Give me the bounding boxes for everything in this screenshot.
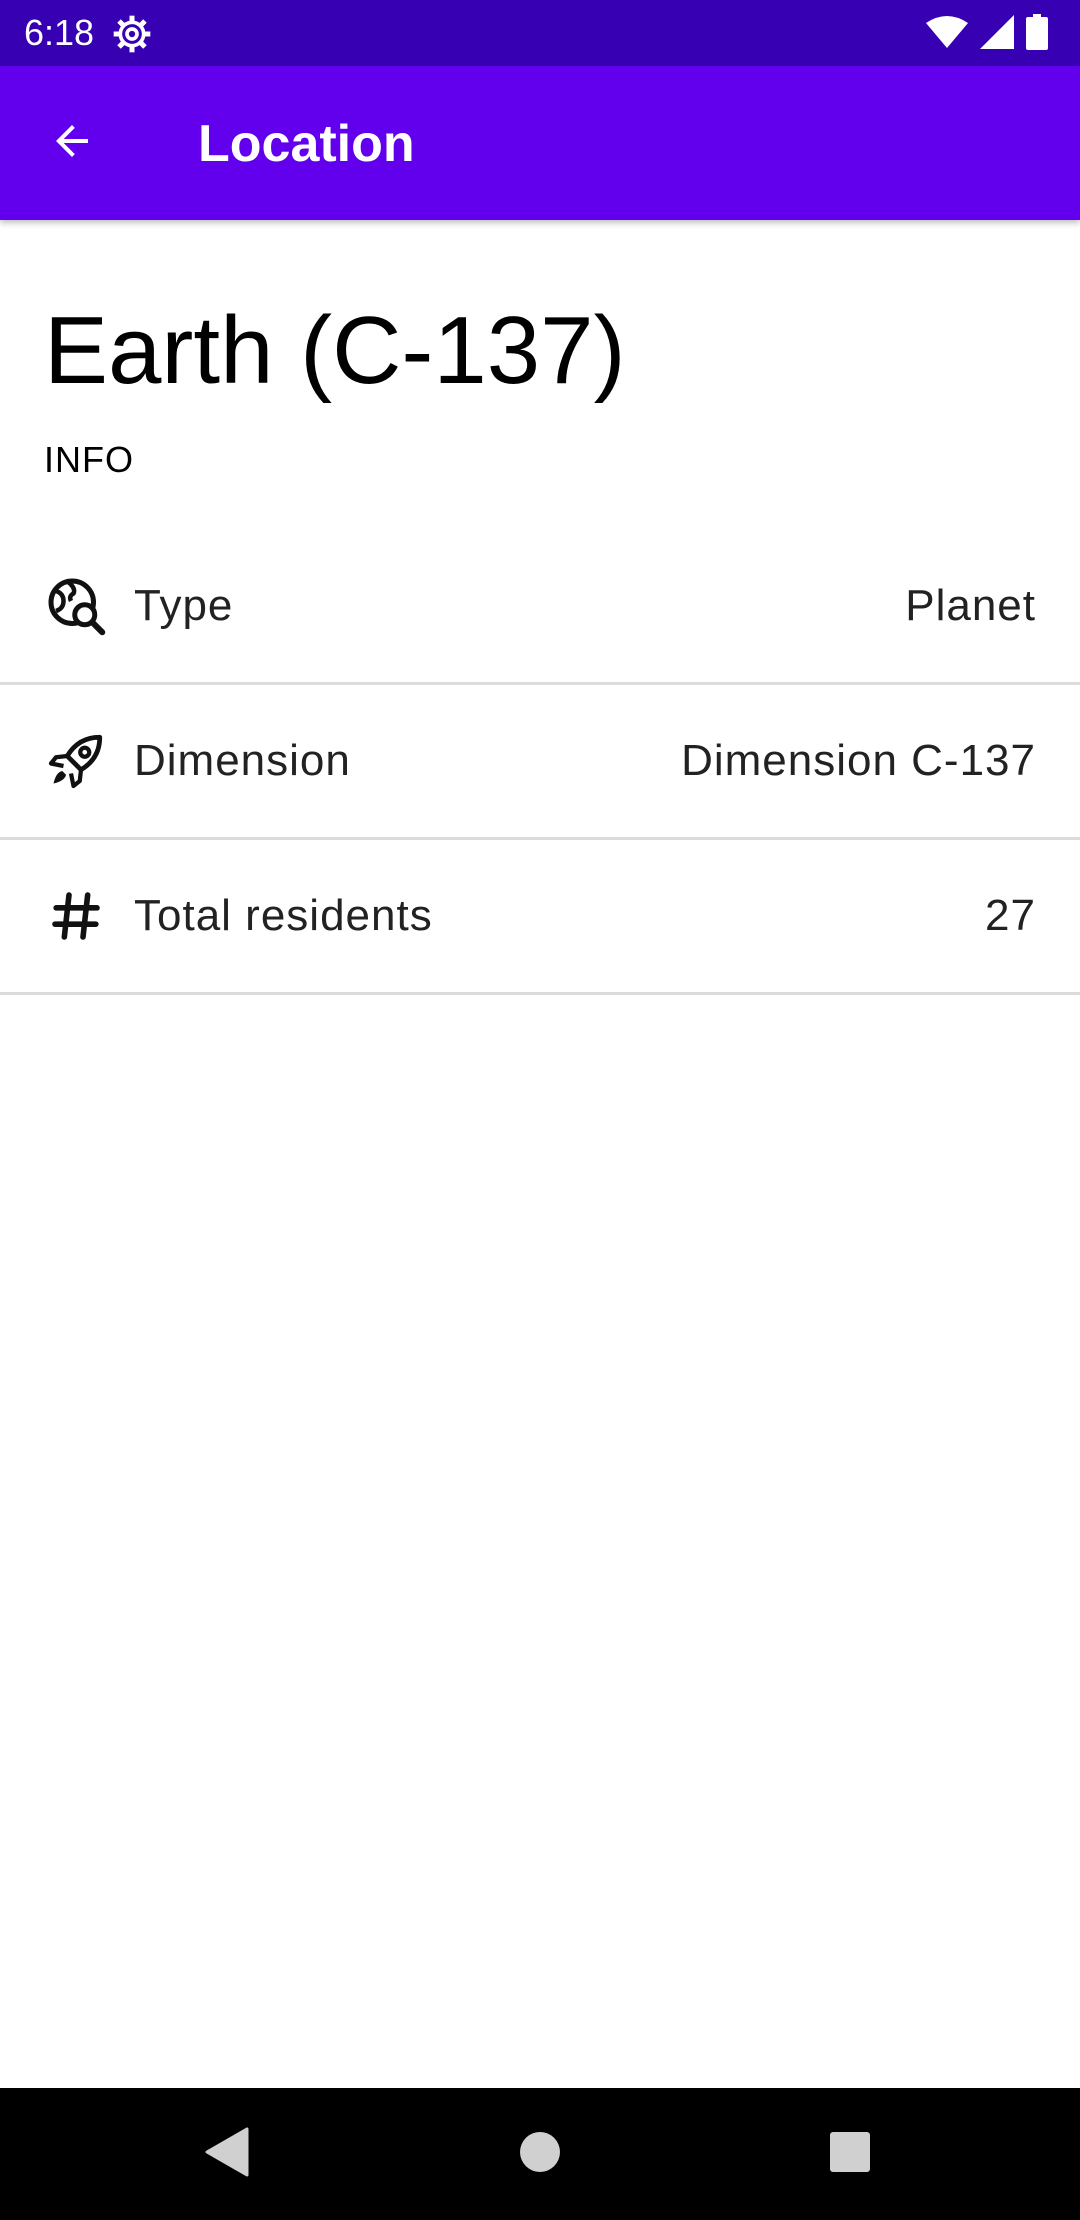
info-list: Type Planet Dimension Dimension C-137 To… — [0, 530, 1080, 995]
residents-value: 27 — [985, 891, 1036, 940]
type-value: Planet — [905, 581, 1036, 630]
type-label: Type — [134, 581, 234, 630]
app-bar-title: Location — [198, 115, 415, 173]
info-row-type: Type Planet — [0, 530, 1080, 685]
home-circle-icon — [519, 2131, 561, 2178]
back-button[interactable] — [32, 103, 112, 183]
nav-recents-button[interactable] — [820, 2124, 880, 2184]
info-section-header: INFO — [44, 439, 134, 480]
status-indicators — [926, 13, 1048, 55]
info-row-residents: Total residents 27 — [0, 840, 1080, 995]
location-name: Earth (C-137) — [44, 297, 626, 404]
nav-back-button[interactable] — [196, 2124, 256, 2184]
wifi-icon — [926, 15, 968, 54]
app-bar: Location — [0, 66, 1080, 220]
dimension-value: Dimension C-137 — [681, 736, 1036, 785]
cellular-signal-icon — [980, 14, 1014, 54]
status-bar: 6:18 — [0, 0, 1080, 66]
recents-square-icon — [829, 2131, 871, 2178]
arrow-back-icon — [48, 117, 96, 170]
nav-home-button[interactable] — [510, 2124, 570, 2184]
hash-icon — [44, 884, 108, 948]
location-screen: 6:18 Location Earth (C-137) INFO Type Pl… — [0, 0, 1080, 2220]
status-time: 6:18 — [24, 12, 95, 53]
residents-label: Total residents — [134, 891, 433, 940]
system-nav-bar — [0, 2088, 1080, 2220]
battery-icon — [1026, 13, 1048, 55]
back-triangle-icon — [203, 2127, 249, 2182]
dimension-label: Dimension — [134, 736, 351, 785]
rocket-icon — [44, 729, 108, 793]
info-row-dimension: Dimension Dimension C-137 — [0, 685, 1080, 840]
globe-search-icon — [44, 574, 108, 638]
settings-gear-icon — [112, 14, 152, 54]
